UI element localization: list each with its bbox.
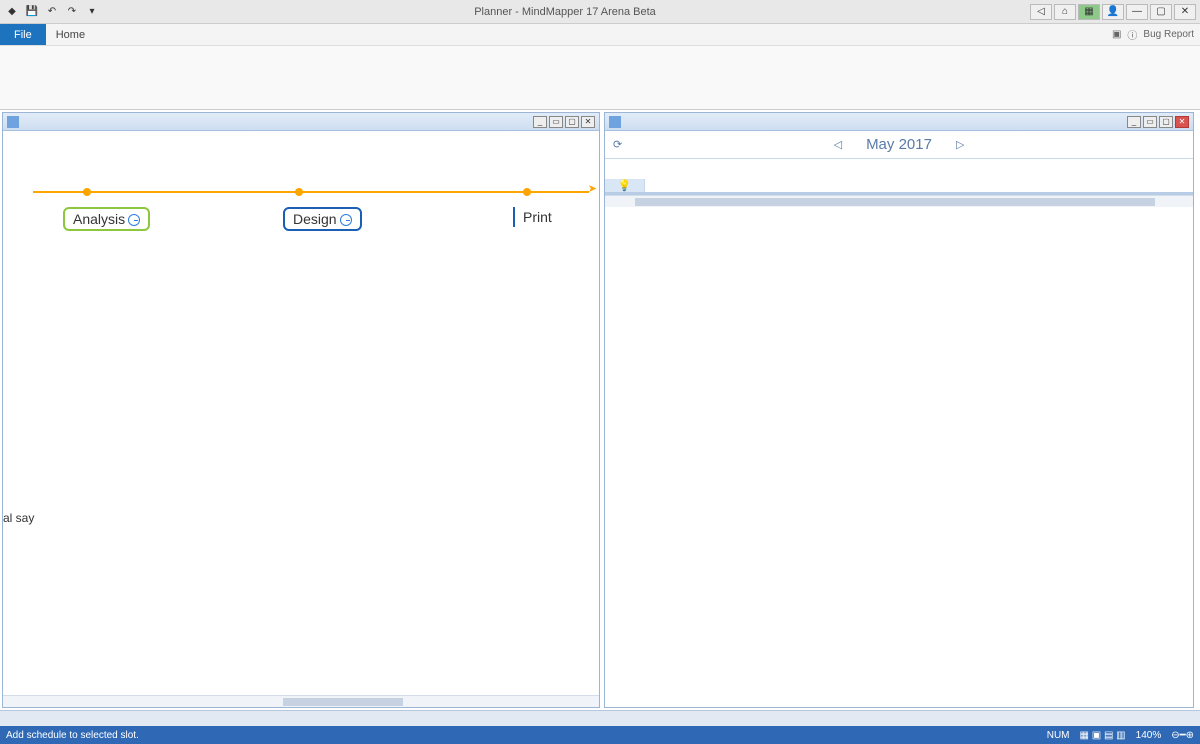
app-icon: ◆ xyxy=(4,4,20,20)
status-message: Add schedule to selected slot. xyxy=(6,730,139,741)
qat-redo-icon[interactable]: ↷ xyxy=(64,4,80,20)
grid-icon[interactable]: ▦ xyxy=(1078,4,1100,20)
mindmap-pane: _ ▭ ▢ ✕ Analysis Design Print al say xyxy=(2,112,600,708)
status-bar: Add schedule to selected slot. NUM ▦ ▣ ▤… xyxy=(0,726,1200,744)
mindmap-hscrollbar[interactable] xyxy=(3,695,599,707)
ribbon-right: ▣ ⓘ Bug Report xyxy=(1112,27,1200,42)
calendar-hscrollbar[interactable] xyxy=(605,195,1193,207)
window-controls: ◁ ⌂ ▦ 👤 — ▢ ✕ xyxy=(1030,4,1196,20)
person-icon[interactable]: 👤 xyxy=(1102,4,1124,20)
file-tab[interactable]: File xyxy=(0,24,46,45)
bug-link[interactable]: Bug Report xyxy=(1143,29,1194,40)
help-icon[interactable]: ⓘ xyxy=(1127,27,1137,42)
allday-row: 💡 xyxy=(605,179,1193,193)
pane-close-button[interactable]: ✕ xyxy=(581,116,595,128)
mindmap-pane-titlebar: _ ▭ ▢ ✕ xyxy=(3,113,599,131)
mindmap-canvas[interactable]: Analysis Design Print al say xyxy=(3,131,599,695)
calendar-header: ⟳ ◁ May 2017 ▷ xyxy=(605,131,1193,159)
pane-max-button[interactable]: ▢ xyxy=(565,116,579,128)
pane-icon xyxy=(609,116,621,128)
home-icon[interactable]: ⌂ xyxy=(1054,4,1076,20)
status-num: NUM xyxy=(1047,730,1070,741)
pane-restore-button[interactable]: ▭ xyxy=(1143,116,1157,128)
window-title: Planner - MindMapper 17 Arena Beta xyxy=(100,6,1030,18)
clock-icon xyxy=(128,214,140,226)
zoom-slider[interactable]: ⊖━⊕ xyxy=(1171,730,1194,741)
qat-more-icon[interactable]: ▾ xyxy=(84,4,100,20)
ribbon xyxy=(0,46,1200,110)
close-button[interactable]: ✕ xyxy=(1174,4,1196,20)
zoom-level[interactable]: 140% xyxy=(1136,730,1162,741)
pane-min-button[interactable]: _ xyxy=(533,116,547,128)
maximize-button[interactable]: ▢ xyxy=(1150,4,1172,20)
titlebar: ◆ 💾 ↶ ↷ ▾ Planner - MindMapper 17 Arena … xyxy=(0,0,1200,24)
main-area: _ ▭ ▢ ✕ Analysis Design Print al say xyxy=(0,110,1200,710)
calendar-day-headers xyxy=(605,159,1193,179)
refresh-icon[interactable]: ⟳ xyxy=(613,138,622,151)
pane-max-button[interactable]: ▢ xyxy=(1159,116,1173,128)
stray-text: al say xyxy=(3,511,34,525)
node-analysis[interactable]: Analysis xyxy=(63,207,150,231)
ribbon-tab-home[interactable]: Home xyxy=(46,24,95,45)
ribbon-collapse-icon[interactable]: ▣ xyxy=(1112,29,1121,40)
calendar-pane: _ ▭ ▢ ✕ ⟳ ◁ May 2017 ▷ 💡 xyxy=(604,112,1194,708)
pane-restore-button[interactable]: ▭ xyxy=(549,116,563,128)
quick-access-toolbar: ◆ 💾 ↶ ↷ ▾ xyxy=(4,4,100,20)
ribbon-tabs: File Home ▣ ⓘ Bug Report xyxy=(0,24,1200,46)
document-tabs xyxy=(0,710,1200,726)
next-month-button[interactable]: ▷ xyxy=(952,138,968,151)
node-print[interactable]: Print xyxy=(513,207,560,227)
calendar-pane-titlebar: _ ▭ ▢ ✕ xyxy=(605,113,1193,131)
qat-undo-icon[interactable]: ↶ xyxy=(44,4,60,20)
pane-icon xyxy=(7,116,19,128)
node-design[interactable]: Design xyxy=(283,207,362,231)
timeline-line xyxy=(33,191,589,193)
nav-back-icon[interactable]: ◁ xyxy=(1030,4,1052,20)
minimize-button[interactable]: — xyxy=(1126,4,1148,20)
month-label: May 2017 xyxy=(866,136,932,153)
view-icons[interactable]: ▦ ▣ ▤ ▥ xyxy=(1080,730,1126,741)
allday-gutter-icon: 💡 xyxy=(605,179,645,192)
pane-min-button[interactable]: _ xyxy=(1127,116,1141,128)
clock-icon xyxy=(340,214,352,226)
pane-close-button[interactable]: ✕ xyxy=(1175,116,1189,128)
qat-save-icon[interactable]: 💾 xyxy=(24,4,40,20)
prev-month-button[interactable]: ◁ xyxy=(830,138,846,151)
